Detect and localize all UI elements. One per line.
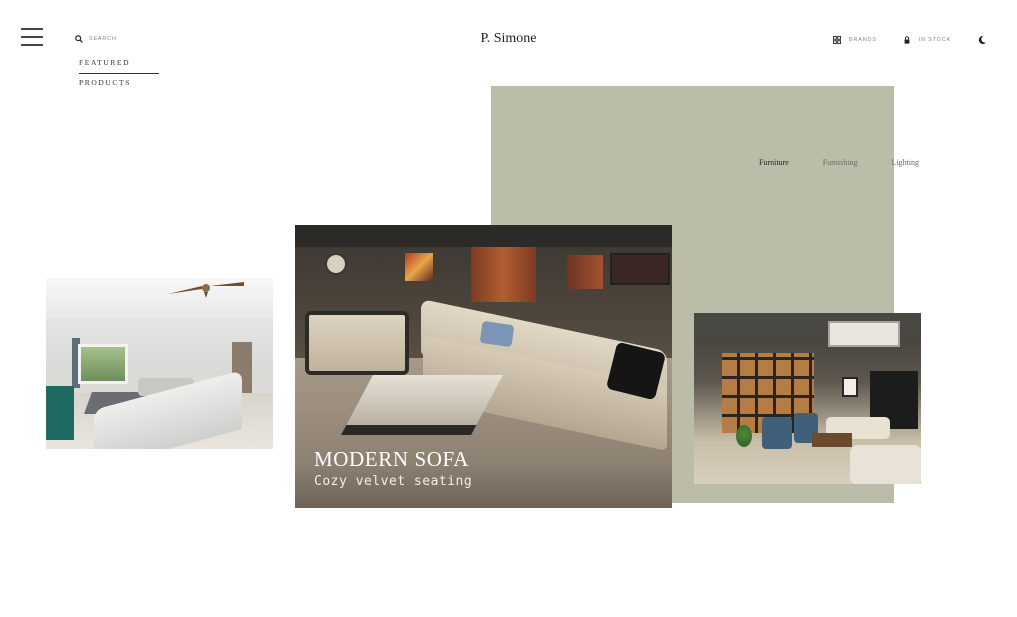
photo-teal-cabinet [46,386,74,440]
ceiling-fan-icon [168,282,244,298]
wall-art [405,253,433,281]
blue-chair [762,417,792,449]
menu-line [21,36,43,38]
plant [736,425,752,447]
living-room-photo-left[interactable] [46,278,273,449]
hero-title: MODERN SOFA [314,447,469,471]
brands-button[interactable]: BRANDS [832,36,877,44]
sofa [850,445,921,484]
featured-nav: FEATURED PRODUCTS [79,58,159,87]
search-icon [75,35,83,43]
search-label: SEARCH [89,36,117,42]
photo-ceiling [295,225,672,247]
ceiling-ac-unit [828,321,900,347]
coffee-table [812,433,852,447]
in-stock-label: IN STOCK [918,37,951,43]
tab-lighting[interactable]: Lighting [891,158,919,167]
modern-sofa-photo[interactable]: MODERN SOFA Cozy velvet seating [295,225,672,508]
menu-line [21,28,43,30]
menu-icon[interactable] [21,28,43,46]
brands-label: BRANDS [848,37,877,43]
loft-living-room-photo[interactable] [694,313,921,484]
wood-wall-panel [567,255,603,289]
wall-tv [610,253,670,285]
wood-wall-panel [471,247,536,302]
wall-frame [842,377,858,397]
products-link[interactable]: PRODUCTS [79,78,159,87]
hero-subtitle: Cozy velvet seating [314,474,473,489]
brands-grid-icon [832,36,841,44]
featured-link[interactable]: FEATURED [79,58,159,74]
category-tabs: Furniture Furnishing Lighting [759,158,919,167]
tab-furniture[interactable]: Furniture [759,158,789,167]
moon-icon[interactable] [977,35,987,45]
lock-icon [904,36,910,44]
tab-furnishing[interactable]: Furnishing [823,158,858,167]
blue-pillow [479,320,515,348]
menu-line [21,44,43,46]
brand-logo-text[interactable]: P. Simone [480,31,536,46]
armchair [305,311,409,375]
photo-window [78,344,128,384]
in-stock-button[interactable]: IN STOCK [903,36,951,44]
wall-clock-icon [325,253,347,275]
top-right-nav: BRANDS IN STOCK [832,35,987,45]
search-button[interactable]: SEARCH [75,35,117,43]
